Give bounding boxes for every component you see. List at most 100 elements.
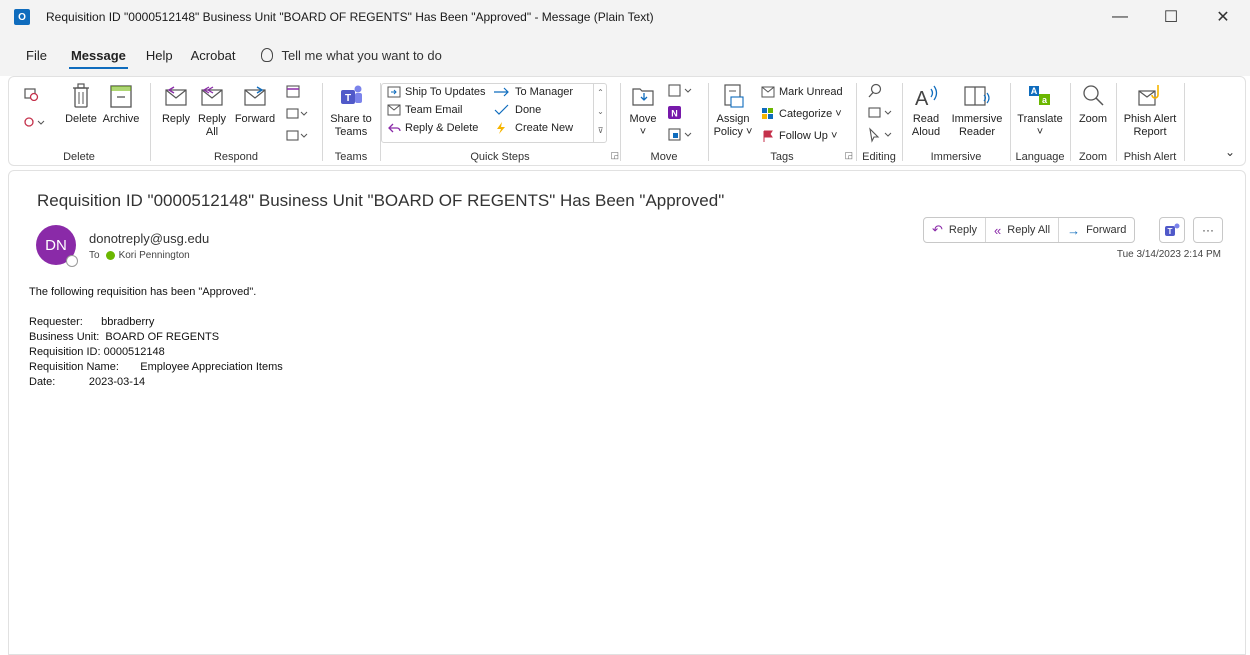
assign-label-2: Policy ˅ [713,126,753,138]
reply-all-label-1: Reply [197,113,227,125]
immersive-label-2: Reader [958,126,996,138]
forward-button[interactable]: Forward [233,83,277,126]
share-to-teams-button[interactable]: T Share to Teams [327,83,375,139]
quick-steps-scroll[interactable]: ⌃ ⌄ ⊽ [593,83,607,143]
translate-button[interactable]: Aa Translate ˅ [1015,83,1065,139]
find-icon[interactable] [867,83,883,99]
assign-policy-button[interactable]: Assign Policy ˅ [711,83,755,139]
categorize-label: Categorize ˅ [779,108,842,120]
group-label-delete: Delete [63,151,95,163]
sender-address[interactable]: donotreply@usg.edu [89,231,209,246]
reply-all-action-label: Reply All [1007,224,1051,236]
group-label-language: Language [1015,151,1065,163]
group-label-editing: Editing [862,151,896,163]
reply-button[interactable]: Reply [159,83,193,126]
more-actions-button[interactable]: ··· [1193,217,1223,243]
menu-acrobat[interactable]: Acrobat [189,48,238,63]
menu-help[interactable]: Help [144,48,175,63]
body-line-requester: Requester: bbradberry [29,316,155,328]
group-editing: Editing [857,77,901,165]
quick-step-team-email[interactable]: Team Email [387,104,462,116]
menu-message[interactable]: Message [68,48,128,69]
message-body: The following requisition has been "Appr… [29,285,283,390]
tell-me-text: Tell me what you want to do [281,47,442,63]
move-button[interactable]: Move ˅ [625,83,661,139]
categorize-icon [762,108,773,119]
forward-action-button[interactable]: → Forward [1059,218,1134,242]
divider [1184,83,1185,161]
trash-icon [73,83,89,108]
close-button[interactable]: ✕ [1200,0,1246,34]
title-bar: O Requisition ID "0000512148" Business U… [0,0,1250,34]
mark-unread-button[interactable]: Mark Unread [761,86,843,98]
reply-all-action-button[interactable]: « Reply All [986,218,1060,242]
archive-icon [110,85,132,108]
read-aloud-button[interactable]: A Read Aloud [907,83,945,139]
quick-step-done[interactable]: Done [493,104,541,116]
collapse-ribbon-chevron-icon[interactable]: ⌄ [1225,145,1235,159]
rules-icon[interactable] [667,83,695,99]
svg-text:T: T [1168,227,1173,236]
quick-step-to-manager[interactable]: To Manager [493,86,573,98]
envelope-icon [387,104,401,116]
group-label-zoom: Zoom [1078,151,1108,163]
related-icon[interactable] [867,105,895,121]
more-respond-icon[interactable] [285,129,309,143]
zoom-button[interactable]: Zoom [1075,83,1111,126]
cleanup-icon[interactable] [23,115,45,129]
recipient-name[interactable]: Kori Pennington [119,250,190,261]
read-aloud-label-1: Read [912,113,940,125]
message-subject: Requisition ID "0000512148" Business Uni… [37,191,725,210]
teams-chat-button[interactable]: T [1159,217,1185,243]
select-icon[interactable] [867,127,895,143]
menu-file[interactable]: File [24,48,49,63]
maximize-button[interactable]: ☐ [1148,0,1194,34]
move-folder-icon [632,88,654,106]
reply-all-label-2: All [205,126,219,138]
presence-status-icon [66,255,78,267]
onenote-icon[interactable]: N [667,105,683,121]
assign-label-1: Assign [716,113,750,125]
group-language: Aa Translate ˅ Language [1011,77,1069,165]
reply-icon [165,86,187,106]
group-teams: T Share to Teams Teams [323,77,379,165]
lightning-icon [497,122,505,134]
ribbon: Delete Archive Delete Reply Reply All Fo… [8,76,1246,166]
group-label-respond: Respond [213,151,259,163]
dialog-launcher-icon[interactable]: ◲ [844,150,853,161]
actions-icon[interactable] [667,127,695,143]
svg-text:A: A [915,88,929,109]
tell-me-search[interactable]: Tell me what you want to do [261,47,442,63]
archive-label: Archive [102,113,140,125]
arrow-right-icon [494,87,509,97]
immersive-reader-icon [964,86,990,106]
delete-button[interactable]: Delete [63,83,99,126]
group-delete: Delete Archive Delete [9,77,149,165]
phish-label-1: Phish Alert [1123,113,1177,125]
group-label-teams: Teams [334,151,368,163]
translate-label: Translate [1017,113,1063,125]
meeting-icon[interactable] [285,83,303,99]
reply-action-button[interactable]: ↶ Reply [924,218,987,242]
svg-text:A: A [1031,86,1038,96]
im-icon[interactable] [285,107,309,121]
group-immersive: A Read Aloud Immersive Reader Immersive [903,77,1009,165]
categorize-button[interactable]: Categorize ˅ [761,108,842,120]
immersive-reader-button[interactable]: Immersive Reader [949,83,1005,139]
dialog-launcher-icon[interactable]: ◲ [610,150,619,161]
minimize-button[interactable]: — [1097,0,1143,34]
ignore-icon[interactable] [23,87,39,101]
follow-up-button[interactable]: Follow Up ˅ [761,130,837,142]
policy-icon [724,84,744,108]
group-label-quick-steps: Quick Steps [470,151,530,163]
quick-step-reply-delete[interactable]: Reply & Delete [387,122,478,134]
quick-step-create-new[interactable]: Create New [493,122,573,134]
menu-bar: File Message Help Acrobat Tell me what y… [0,34,1250,76]
phish-alert-report-button[interactable]: Phish Alert Report [1119,83,1181,139]
phish-hook-icon [1138,85,1159,106]
group-quick-steps: Ship To Updates Team Email Reply & Delet… [381,77,619,165]
reply-all-button[interactable]: Reply All [195,83,229,139]
quick-step-label: Create New [515,122,574,134]
quick-step-ship-to-updates[interactable]: Ship To Updates [387,86,486,98]
archive-button[interactable]: Archive [99,83,143,126]
